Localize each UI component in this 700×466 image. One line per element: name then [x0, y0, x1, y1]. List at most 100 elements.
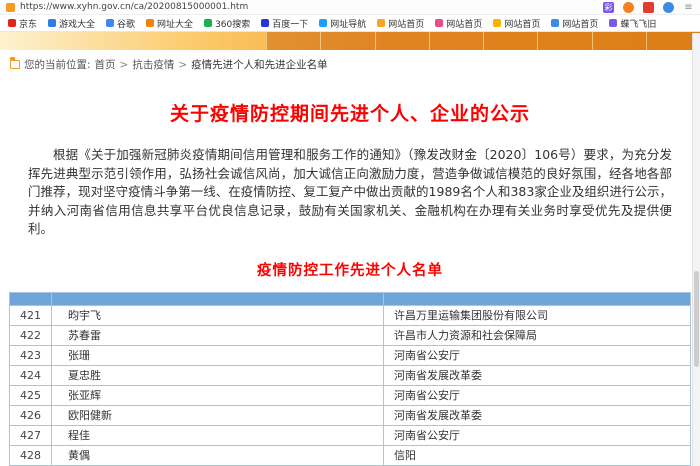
nav-menu-item[interactable]: [375, 32, 429, 50]
page-title: 关于疫情防控期间先进个人、企业的公示: [20, 99, 680, 126]
extension-orange-icon[interactable]: [623, 2, 634, 13]
bookmark-item[interactable]: 网站首页: [435, 17, 482, 30]
cell-org: 许昌万里运输集团股份有限公司: [384, 305, 691, 325]
bookmark-item[interactable]: 京东: [8, 17, 37, 30]
breadcrumb-current: 疫情先进个人和先进企业名单: [191, 57, 328, 72]
extension-purple-icon[interactable]: 彩: [603, 2, 614, 13]
folder-icon: [10, 60, 20, 69]
cell-no: 426: [10, 405, 52, 425]
bookmark-label: 网址大全: [157, 17, 193, 30]
cell-org: 河南省公安厅: [384, 345, 691, 365]
bookmark-label: 网站首页: [446, 17, 482, 30]
bookmark-favicon-icon: [48, 19, 56, 27]
nav-menu-item[interactable]: [266, 32, 320, 50]
site-banner: [0, 32, 700, 50]
bookmark-item[interactable]: 网址导航: [319, 17, 366, 30]
cell-no: 428: [10, 445, 52, 465]
bookmark-favicon-icon: [493, 19, 501, 27]
bookmark-item[interactable]: 网站首页: [493, 17, 540, 30]
bookmark-label: 360搜索: [215, 17, 250, 30]
cell-org: 河南省公安厅: [384, 385, 691, 405]
breadcrumb-section[interactable]: 抗击疫情: [132, 57, 174, 72]
nav-menu-item[interactable]: [537, 32, 591, 50]
bookmark-favicon-icon: [106, 19, 114, 27]
bookmark-favicon-icon: [204, 19, 212, 27]
breadcrumb-separator: >: [120, 59, 129, 71]
bookmark-label: 游戏大全: [59, 17, 95, 30]
bookmark-item[interactable]: 游戏大全: [48, 17, 95, 30]
cell-name: 张珊: [52, 345, 384, 365]
cell-name: 苏春雷: [52, 325, 384, 345]
bookmark-favicon-icon: [551, 19, 559, 27]
extension-red-icon[interactable]: [643, 2, 654, 13]
site-logo-area: [0, 32, 120, 50]
cell-name: 黄偶: [52, 445, 384, 465]
site-favicon-icon: [6, 3, 15, 12]
cell-org: 河南省发展改革委: [384, 405, 691, 425]
cell-org: 河南省公安厅: [384, 425, 691, 445]
table-row: 427程佳河南省公安厅: [10, 425, 691, 445]
cell-org: 河南省发展改革委: [384, 365, 691, 385]
bookmark-favicon-icon: [261, 19, 269, 27]
site-nav-menu: [266, 32, 700, 50]
breadcrumb-home[interactable]: 首页: [95, 57, 116, 72]
cell-name: 欧阳健新: [52, 405, 384, 425]
table-row: 421昀宇飞许昌万里运输集团股份有限公司: [10, 305, 691, 325]
cell-no: 427: [10, 425, 52, 445]
bookmark-favicon-icon: [146, 19, 154, 27]
table-row: 428黄偶信阳: [10, 445, 691, 465]
cell-no: 422: [10, 325, 52, 345]
table-row: 422苏春雷许昌市人力资源和社会保障局: [10, 325, 691, 345]
cell-org: 许昌市人力资源和社会保障局: [384, 325, 691, 345]
table-row: 423张珊河南省公安厅: [10, 345, 691, 365]
bookmark-label: 网址导航: [330, 17, 366, 30]
cell-no: 421: [10, 305, 52, 325]
list-subtitle: 疫情防控工作先进个人名单: [0, 259, 700, 280]
cell-name: 昀宇飞: [52, 305, 384, 325]
bookmarks-bar: 京东游戏大全谷歌网址大全360搜索百度一下网址导航网站首页网站首页网站首页网站首…: [0, 15, 700, 32]
page-scrollbar[interactable]: [692, 33, 700, 466]
bookmark-favicon-icon: [435, 19, 443, 27]
cell-org: 信阳: [384, 445, 691, 465]
bookmark-item[interactable]: 网址大全: [146, 17, 193, 30]
url-text[interactable]: https://www.xyhn.gov.cn/ca/2020081500000…: [20, 2, 595, 12]
table-row: 425张亚辉河南省公安厅: [10, 385, 691, 405]
extension-blue-icon[interactable]: [663, 2, 674, 13]
bookmark-item[interactable]: 蝶飞飞旧: [609, 17, 656, 30]
bookmark-item[interactable]: 谷歌: [106, 17, 135, 30]
bookmark-favicon-icon: [319, 19, 327, 27]
bookmark-item[interactable]: 网站首页: [377, 17, 424, 30]
cell-no: 423: [10, 345, 52, 365]
bookmark-label: 谷歌: [117, 17, 135, 30]
bookmark-item[interactable]: 360搜索: [204, 17, 250, 30]
bookmark-item[interactable]: 网站首页: [551, 17, 598, 30]
header-cell-org: [384, 292, 691, 305]
nav-menu-item[interactable]: [592, 32, 646, 50]
cell-no: 424: [10, 365, 52, 385]
header-cell-name: [52, 292, 384, 305]
breadcrumb-separator: >: [178, 59, 187, 71]
breadcrumb: 您的当前位置: 首页 > 抗击疫情 > 疫情先进个人和先进企业名单: [0, 50, 700, 77]
bookmark-favicon-icon: [377, 19, 385, 27]
bookmark-label: 京东: [19, 17, 37, 30]
browser-extension-area: 彩 ≡: [603, 2, 694, 13]
bookmark-favicon-icon: [8, 19, 16, 27]
header-cell-no: [10, 292, 52, 305]
bookmark-item[interactable]: 百度一下: [261, 17, 308, 30]
browser-menu-icon[interactable]: ≡: [683, 2, 694, 13]
table-row: 426欧阳健新河南省发展改革委: [10, 405, 691, 425]
address-bar: https://www.xyhn.gov.cn/ca/2020081500000…: [0, 0, 700, 15]
nav-menu-item[interactable]: [320, 32, 374, 50]
cell-no: 425: [10, 385, 52, 405]
nav-menu-item[interactable]: [429, 32, 483, 50]
table-row: 424夏忠胜河南省发展改革委: [10, 365, 691, 385]
table-header-row: [10, 292, 691, 305]
scrollbar-thumb[interactable]: [694, 271, 699, 367]
bookmark-label: 网站首页: [562, 17, 598, 30]
article-paragraph: 根据《关于加强新冠肺炎疫情期间信用管理和服务工作的通知》（豫发改财金〔2020〕…: [28, 146, 672, 239]
cell-name: 张亚辉: [52, 385, 384, 405]
cell-name: 程佳: [52, 425, 384, 445]
awardees-table: 421昀宇飞许昌万里运输集团股份有限公司422苏春雷许昌市人力资源和社会保障局4…: [9, 292, 691, 466]
nav-menu-item[interactable]: [483, 32, 537, 50]
bookmark-label: 网站首页: [388, 17, 424, 30]
